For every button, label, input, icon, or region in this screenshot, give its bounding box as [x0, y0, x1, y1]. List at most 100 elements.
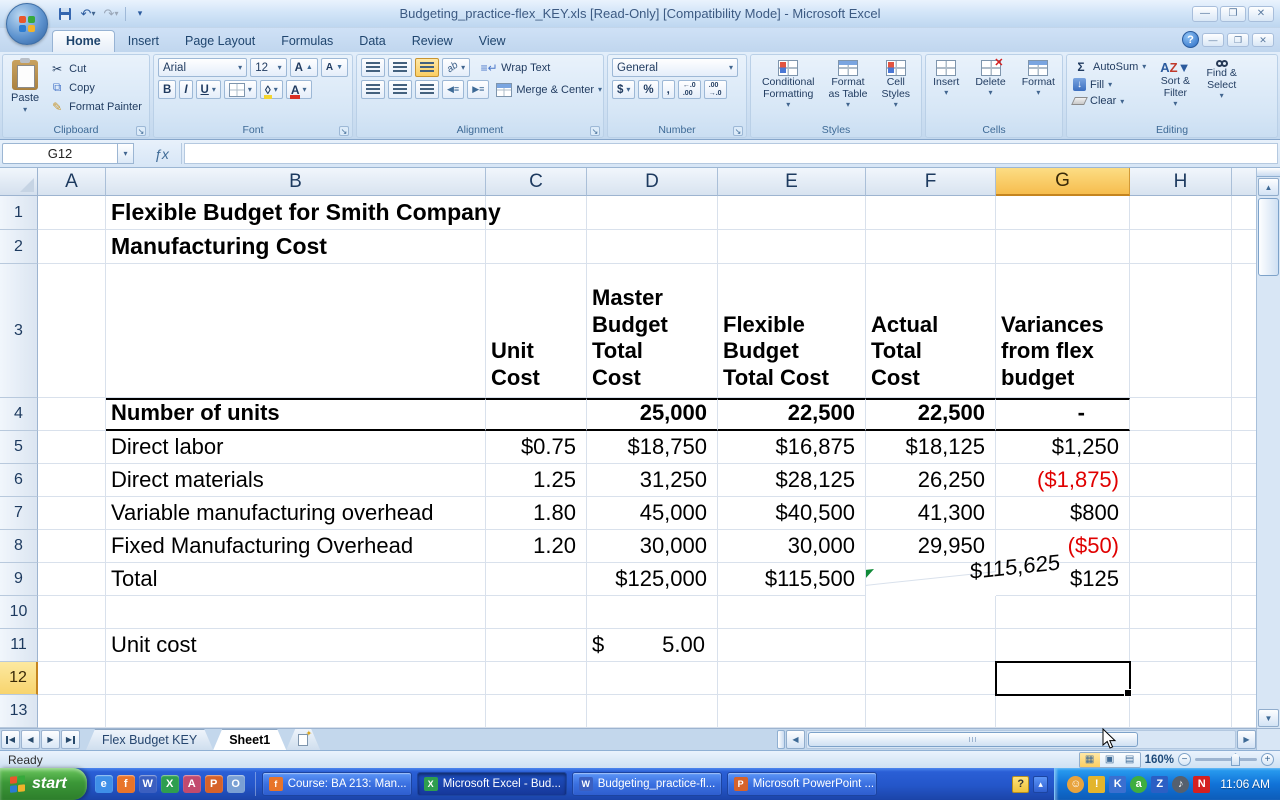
- format-cells-button[interactable]: Format ▾: [1018, 58, 1059, 99]
- insert-function-button[interactable]: ƒx: [142, 143, 182, 164]
- normal-view-button[interactable]: ▦: [1079, 752, 1100, 767]
- cell-F11[interactable]: [866, 629, 996, 662]
- cell-A5[interactable]: [38, 431, 106, 464]
- vertical-split-handle[interactable]: [1257, 168, 1280, 177]
- autosum-button[interactable]: Σ AutoSum ▾: [1071, 58, 1148, 75]
- font-dialog-launcher[interactable]: ↘: [339, 126, 349, 136]
- cell-C11[interactable]: [486, 629, 587, 662]
- close-button[interactable]: ✕: [1248, 5, 1274, 22]
- taskbar-button-microsoft-excel-bud[interactable]: X Microsoft Excel - Bud...: [416, 772, 567, 796]
- cell-A11[interactable]: [38, 629, 106, 662]
- cell-D6[interactable]: 31,250: [587, 464, 718, 497]
- delete-cells-button[interactable]: ✕ Delete ▾: [971, 57, 1009, 99]
- cell-E7[interactable]: $40,500: [718, 497, 866, 530]
- tray-zonealarm-icon[interactable]: Z: [1151, 775, 1169, 793]
- cell-G10[interactable]: [996, 596, 1130, 629]
- zoom-slider-thumb[interactable]: [1231, 753, 1240, 766]
- cell-E8[interactable]: 30,000: [718, 530, 866, 563]
- cell-C7[interactable]: 1.80: [486, 497, 587, 530]
- cell-C2[interactable]: [486, 230, 587, 264]
- ribbon-tab-formulas[interactable]: Formulas: [268, 31, 346, 52]
- find-select-button[interactable]: Find & Select ▾: [1202, 58, 1240, 110]
- ribbon-tab-insert[interactable]: Insert: [115, 31, 172, 52]
- cell-H3[interactable]: [1130, 264, 1232, 398]
- ribbon-tab-view[interactable]: View: [466, 31, 519, 52]
- cell-C1[interactable]: [486, 196, 587, 230]
- cell-D5[interactable]: $18,750: [587, 431, 718, 464]
- row-header-4[interactable]: 4: [0, 398, 38, 431]
- fill-color-button[interactable]: ◊ ▾: [259, 80, 283, 99]
- cell-F10[interactable]: [866, 596, 996, 629]
- cell-C9[interactable]: [486, 563, 587, 596]
- format-painter-button[interactable]: ✎ Format Painter: [47, 98, 144, 115]
- cell-H10[interactable]: [1130, 596, 1232, 629]
- quick-launch-internet-explorer-icon[interactable]: e: [94, 775, 113, 793]
- cell-H11[interactable]: [1130, 629, 1232, 662]
- cell-C10[interactable]: [486, 596, 587, 629]
- number-dialog-launcher[interactable]: ↘: [733, 126, 743, 136]
- redo-button[interactable]: ↷ ▾: [102, 5, 120, 23]
- row-header-6[interactable]: 6: [0, 464, 38, 497]
- insert-cells-button[interactable]: Insert ▾: [929, 58, 963, 99]
- horizontal-scroll-track[interactable]: [806, 730, 1236, 749]
- cell-G5[interactable]: $1,250: [996, 431, 1130, 464]
- cell-E5[interactable]: $16,875: [718, 431, 866, 464]
- zoom-slider-track[interactable]: [1195, 753, 1257, 766]
- cell-C13[interactable]: [486, 695, 587, 728]
- cell-H9[interactable]: [1130, 563, 1232, 596]
- cell-A13[interactable]: [38, 695, 106, 728]
- cell-H4[interactable]: [1130, 398, 1232, 431]
- tab-split-handle[interactable]: [777, 730, 785, 749]
- cell-G2[interactable]: [996, 230, 1130, 264]
- horizontal-scroll-thumb[interactable]: [808, 732, 1138, 747]
- workbook-restore-button[interactable]: ❐: [1227, 32, 1249, 47]
- decrease-decimal-button[interactable]: .00 →.0: [703, 80, 727, 99]
- cell-B11[interactable]: Unit cost: [106, 629, 486, 662]
- middle-align-button[interactable]: [388, 58, 412, 77]
- copy-button[interactable]: ⧉ Copy: [47, 79, 144, 96]
- previous-sheet-button[interactable]: ◀: [21, 730, 40, 749]
- cell-G7[interactable]: $800: [996, 497, 1130, 530]
- number-format-select[interactable]: General ▾: [612, 58, 738, 77]
- fill-button[interactable]: ↓ Fill ▾: [1071, 77, 1148, 92]
- cell-F13[interactable]: [866, 695, 996, 728]
- conditional-formatting-button[interactable]: Conditional Formatting ▾: [758, 58, 819, 111]
- cell-A8[interactable]: [38, 530, 106, 563]
- cell-B8[interactable]: Fixed Manufacturing Overhead: [106, 530, 486, 563]
- paste-dropdown-arrow[interactable]: ▾: [23, 105, 27, 114]
- cell-H6[interactable]: [1130, 464, 1232, 497]
- cell-F3[interactable]: Actual Total Cost: [866, 264, 996, 398]
- row-header-10[interactable]: 10: [0, 596, 38, 629]
- column-header-B[interactable]: B: [106, 168, 486, 196]
- italic-button[interactable]: I: [179, 80, 193, 99]
- cell-B6[interactable]: Direct materials: [106, 464, 486, 497]
- cell-D10[interactable]: [587, 596, 718, 629]
- column-header-H[interactable]: H: [1130, 168, 1232, 196]
- cell-A9[interactable]: [38, 563, 106, 596]
- format-as-table-button[interactable]: Format as Table ▾: [825, 58, 872, 111]
- first-sheet-button[interactable]: ◀: [1, 730, 20, 749]
- cell-E3[interactable]: Flexible Budget Total Cost: [718, 264, 866, 398]
- bold-button[interactable]: B: [158, 80, 177, 99]
- vertical-scrollbar[interactable]: ▲ ▼: [1256, 168, 1280, 728]
- cell-B13[interactable]: [106, 695, 486, 728]
- ribbon-tab-page-layout[interactable]: Page Layout: [172, 31, 268, 52]
- cell-styles-button[interactable]: Cell Styles ▾: [877, 58, 914, 111]
- cell-G12[interactable]: [995, 661, 1132, 697]
- column-header-E[interactable]: E: [718, 168, 866, 196]
- top-align-button[interactable]: [361, 58, 385, 77]
- cell-G13[interactable]: [996, 695, 1130, 728]
- cell-H8[interactable]: [1130, 530, 1232, 563]
- cut-button[interactable]: ✂ Cut: [47, 60, 144, 77]
- name-box[interactable]: G12: [2, 143, 118, 164]
- quick-launch-powerpoint-icon[interactable]: P: [204, 775, 223, 793]
- cell-E2[interactable]: [718, 230, 866, 264]
- alignment-dialog-launcher[interactable]: ↘: [590, 126, 600, 136]
- cell-C3[interactable]: Unit Cost: [486, 264, 587, 398]
- accounting-format-button[interactable]: $ ▾: [612, 80, 636, 99]
- row-header-12[interactable]: 12: [0, 662, 38, 695]
- quick-launch-access-icon[interactable]: A: [182, 775, 201, 793]
- horizontal-scrollbar[interactable]: ◀ ▶: [777, 730, 1256, 749]
- cell-D9[interactable]: $125,000: [587, 563, 718, 596]
- cell-E12[interactable]: [718, 662, 866, 695]
